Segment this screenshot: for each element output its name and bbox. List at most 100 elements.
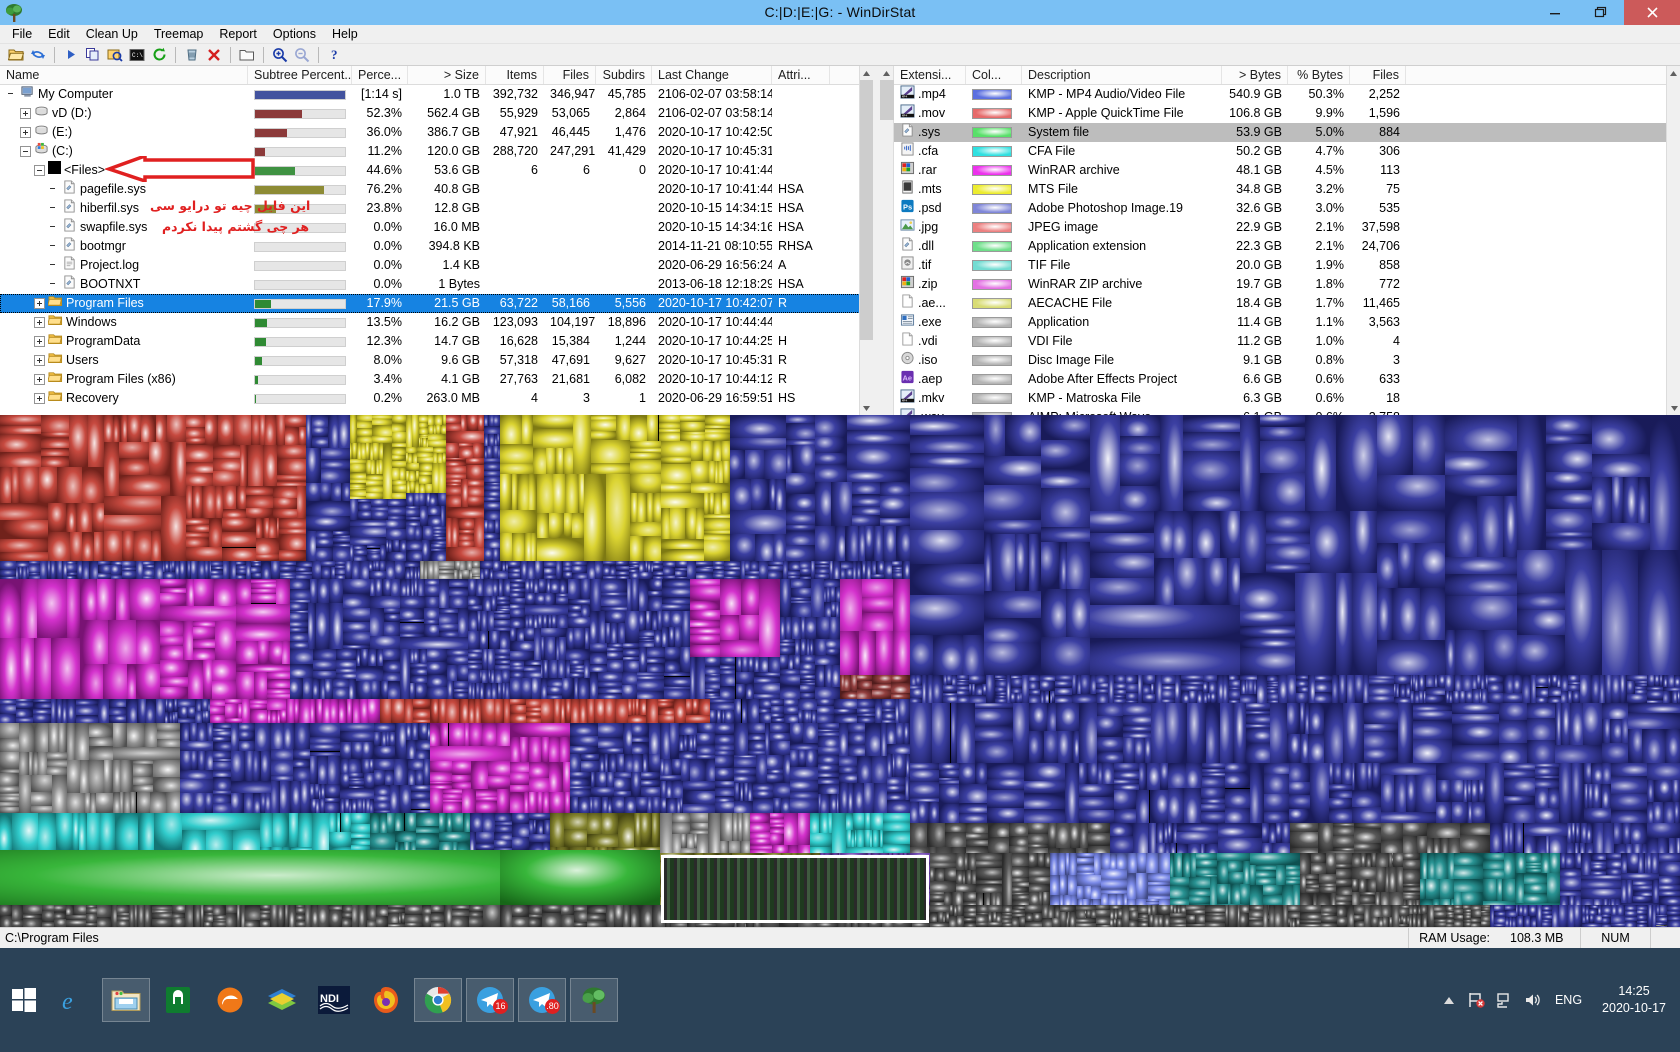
treemap-cell[interactable] [360,561,370,579]
treemap-cell[interactable] [1609,718,1621,744]
treemap-cell[interactable] [529,834,550,843]
treemap-cell[interactable] [857,689,872,699]
treemap-cell[interactable] [1381,775,1394,813]
treemap-cell[interactable] [415,683,428,699]
treemap-cell[interactable] [786,444,794,473]
treemap-cell[interactable] [1240,694,1258,703]
treemap-cell[interactable] [529,918,543,927]
treemap-cell[interactable] [1135,872,1149,900]
treemap-cell[interactable] [1200,803,1225,812]
treemap-cell[interactable] [532,677,541,699]
treemap-cell[interactable] [568,617,590,628]
treemap-cell[interactable] [371,681,380,699]
treemap-cell[interactable] [230,723,239,751]
treemap-cell[interactable] [1028,833,1049,845]
treemap-cell[interactable] [645,610,653,630]
treemap-cell[interactable] [1079,823,1089,848]
treemap-cell[interactable] [136,791,150,813]
treemap-cell[interactable] [639,571,654,579]
treemap-cell[interactable] [424,607,440,620]
treemap-cell[interactable] [772,533,787,561]
treemap-cell[interactable] [568,579,581,599]
treemap-cell[interactable] [213,457,241,472]
treemap-cell[interactable] [463,813,470,832]
treemap-cell[interactable] [493,570,509,579]
treemap-cell[interactable] [606,474,630,561]
treemap-cell[interactable] [983,484,1041,521]
treemap-cell[interactable] [261,561,271,579]
treemap-cell[interactable] [1184,787,1201,823]
treemap-cell[interactable] [1195,867,1218,876]
treemap-cell[interactable] [1202,675,1217,683]
tree-row[interactable]: bootmgr 0.0% 394.8 KB 2014-11-21 08:10:55 RH… [0,237,872,256]
treemap-cell[interactable] [1097,751,1124,763]
treemap-cell[interactable] [780,674,800,686]
treemap-cell[interactable] [895,754,907,777]
treemap-cell[interactable] [1363,731,1399,750]
treemap-cell[interactable] [663,676,690,686]
treemap-cell[interactable] [1182,431,1240,452]
treemap-cell[interactable] [321,699,330,723]
treemap-cell[interactable] [1671,780,1680,802]
treemap-cell[interactable] [439,630,458,638]
treemap-cell[interactable] [1245,743,1271,763]
treemap-cell[interactable] [339,723,374,731]
treemap-cell[interactable] [645,699,658,723]
treemap-cell[interactable] [814,415,848,437]
treemap-cell[interactable] [983,533,993,591]
extension-left-scrollbar[interactable] [880,66,894,415]
treemap-cell[interactable] [810,813,820,833]
treemap-cell[interactable] [1605,859,1621,868]
treemap-cell[interactable] [446,466,467,475]
treemap-cell[interactable] [747,699,759,723]
treemap-cell[interactable] [883,830,910,845]
treemap-cell[interactable] [537,474,554,514]
treemap-cell[interactable] [1011,865,1029,877]
treemap-cell[interactable] [1622,476,1639,524]
treemap-cell[interactable] [482,813,496,833]
treemap-cell[interactable] [1485,763,1505,823]
treemap-cell[interactable] [523,532,532,561]
treemap-cell[interactable] [662,579,690,588]
treemap-cell[interactable] [691,461,708,483]
treemap-cell[interactable] [987,808,1024,823]
treemap-cell[interactable] [256,518,264,538]
treemap-cell[interactable] [751,561,760,572]
treemap-cell[interactable] [203,905,214,912]
treemap-cell[interactable] [780,646,795,655]
treemap-cell[interactable] [373,759,394,770]
treemap-cell[interactable] [595,771,607,787]
treemap-cell[interactable] [373,731,381,747]
tree-column-header-last-change[interactable]: Last Change [652,66,772,84]
treemap-cell[interactable] [500,443,534,464]
treemap-cell[interactable] [733,723,749,755]
treemap-cell[interactable] [853,782,865,813]
treemap-cell[interactable] [459,540,474,548]
recycle-bin-icon[interactable] [181,45,203,65]
extension-row[interactable]: WAV.wavAIMP: Microsoft Wave6.1 GB0.6%2,7… [894,408,1666,415]
treemap-cell[interactable] [847,444,910,471]
treemap-cell[interactable] [350,525,387,538]
treemap-cell[interactable] [121,530,135,561]
menu-edit[interactable]: Edit [40,25,78,43]
treemap-cell[interactable] [792,616,801,639]
treemap-cell[interactable] [21,638,34,699]
extension-name-cell[interactable]: .tif [894,256,966,275]
treemap-cell[interactable] [404,813,417,832]
treemap-cell[interactable] [271,781,280,813]
treemap-cell[interactable] [554,447,564,475]
treemap-cell[interactable] [1166,703,1187,763]
treemap-cell[interactable] [639,699,646,715]
treemap-cell[interactable] [1275,864,1286,886]
treemap-cell[interactable] [1217,860,1229,884]
treemap-cell[interactable] [590,671,598,699]
treemap-cell[interactable] [1504,805,1536,823]
treemap-cell[interactable] [1483,853,1504,861]
treemap-cell[interactable] [817,755,840,764]
treemap-cell[interactable] [1504,796,1536,806]
treemap-cell[interactable] [988,905,1002,913]
treemap-cell[interactable] [539,579,547,593]
treemap-cell[interactable] [1050,874,1061,895]
treemap-cell[interactable] [690,626,721,636]
treemap-cell[interactable] [1066,542,1090,589]
